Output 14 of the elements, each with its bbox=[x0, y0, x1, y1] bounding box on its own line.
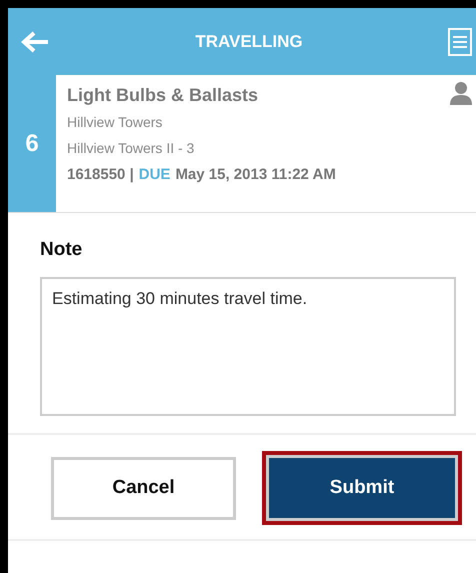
order-number: 6 bbox=[8, 75, 56, 212]
order-id: 1618550 | bbox=[67, 166, 134, 183]
note-label: Note bbox=[40, 239, 84, 261]
due-label: DUE bbox=[138, 166, 170, 183]
back-arrow-icon[interactable] bbox=[20, 30, 50, 54]
order-title: Light Bulbs & Ballasts bbox=[67, 85, 260, 106]
due-date: May 15, 2013 11:22 AM bbox=[175, 166, 336, 183]
screen-title: TRAVELLING bbox=[195, 32, 303, 52]
person-icon bbox=[450, 81, 472, 105]
location-text: Hillview Towers bbox=[67, 114, 164, 130]
cancel-button[interactable]: Cancel bbox=[51, 456, 236, 520]
note-field[interactable]: Estimating 30 minutes travel time. bbox=[40, 277, 456, 416]
location-text: Hillview Towers II - 3 bbox=[67, 140, 196, 156]
menu-icon[interactable] bbox=[448, 28, 472, 56]
